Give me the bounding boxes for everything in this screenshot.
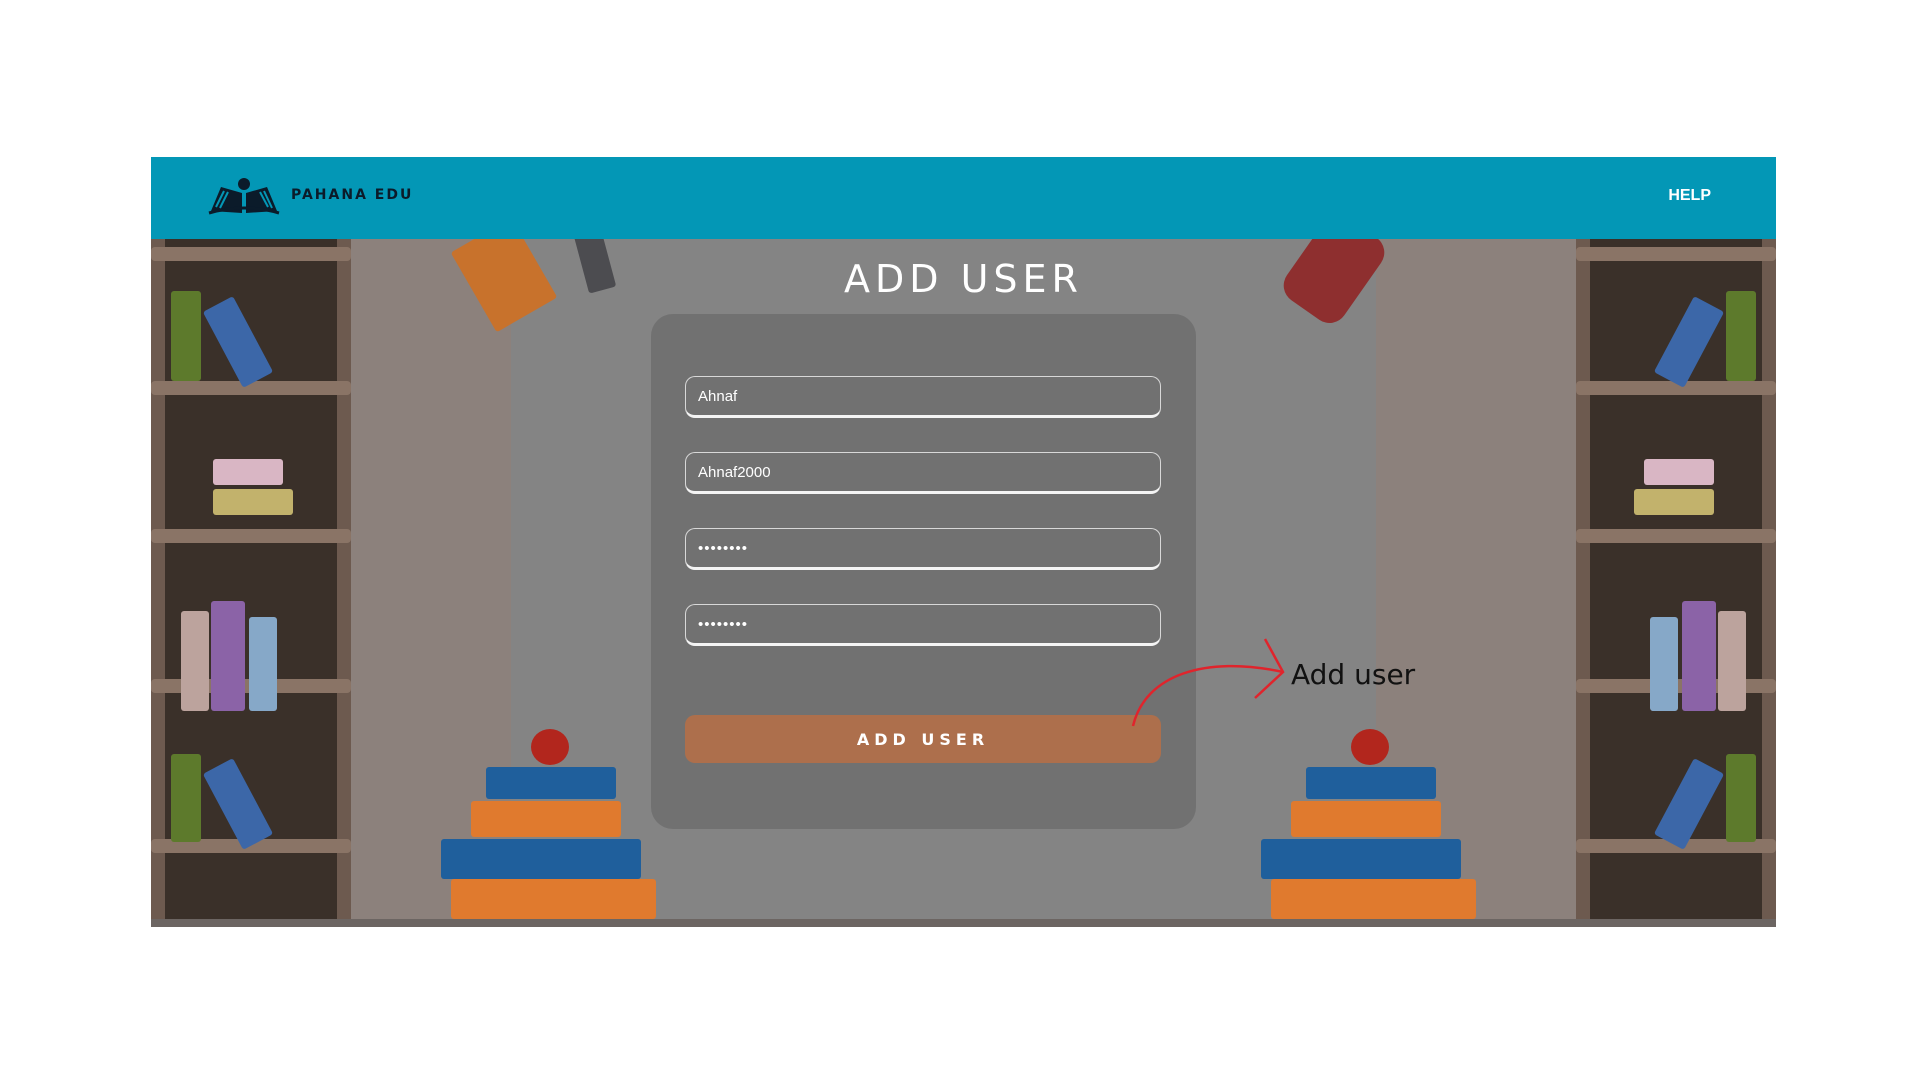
add-user-form: ADD USER <box>651 314 1196 829</box>
annotation-label: Add user <box>1291 658 1416 691</box>
page-title: ADD USER <box>844 257 1083 301</box>
book <box>441 839 641 879</box>
book <box>171 754 201 842</box>
username-input[interactable] <box>685 452 1161 494</box>
book-stack-left <box>441 729 661 927</box>
annotation-arrow-icon <box>1131 638 1285 727</box>
book <box>471 801 621 837</box>
book <box>1718 611 1746 711</box>
open-book-reader-icon <box>208 178 280 215</box>
book <box>202 296 274 388</box>
book <box>211 601 245 711</box>
book <box>1653 296 1725 388</box>
book <box>486 767 616 799</box>
book <box>1653 758 1725 850</box>
apple-icon <box>1351 729 1389 765</box>
book <box>213 489 293 515</box>
book <box>1726 754 1756 842</box>
book <box>213 459 283 485</box>
book <box>1726 291 1756 381</box>
book <box>1682 601 1716 711</box>
shelf-post <box>151 239 165 927</box>
brand-logo[interactable]: PAHANA EDU <box>207 175 413 215</box>
bookshelf-right <box>1576 239 1776 927</box>
confirm-password-input[interactable] <box>685 604 1161 646</box>
password-input[interactable] <box>685 528 1161 570</box>
book <box>1261 839 1461 879</box>
book <box>181 611 209 711</box>
book <box>171 291 201 381</box>
book-stack-right <box>1261 729 1481 927</box>
book <box>1634 489 1714 515</box>
app-window: PAHANA EDU HELP ADD USER Ahnaf Ahnaf2000… <box>151 157 1776 927</box>
book <box>1644 459 1714 485</box>
book <box>1291 801 1441 837</box>
shelf-post <box>1762 239 1776 927</box>
navbar: PAHANA EDU HELP <box>151 157 1776 239</box>
book <box>1271 879 1476 919</box>
background-scene: ADD USER ADD USER <box>151 239 1776 927</box>
shelf-board <box>151 529 351 543</box>
book <box>451 879 656 919</box>
apple-icon <box>531 729 569 765</box>
book <box>202 758 274 850</box>
add-user-button[interactable]: ADD USER <box>685 715 1161 763</box>
book <box>1306 767 1436 799</box>
shelf-post <box>1576 239 1590 927</box>
shelf-post <box>337 239 351 927</box>
name-input[interactable] <box>685 376 1161 418</box>
floor <box>151 919 1776 927</box>
book <box>249 617 277 711</box>
book <box>1650 617 1678 711</box>
bookshelf-left <box>151 239 351 927</box>
brand-name: PAHANA EDU <box>291 187 414 203</box>
shelf-board <box>1576 529 1776 543</box>
help-link[interactable]: HELP <box>1668 187 1711 205</box>
